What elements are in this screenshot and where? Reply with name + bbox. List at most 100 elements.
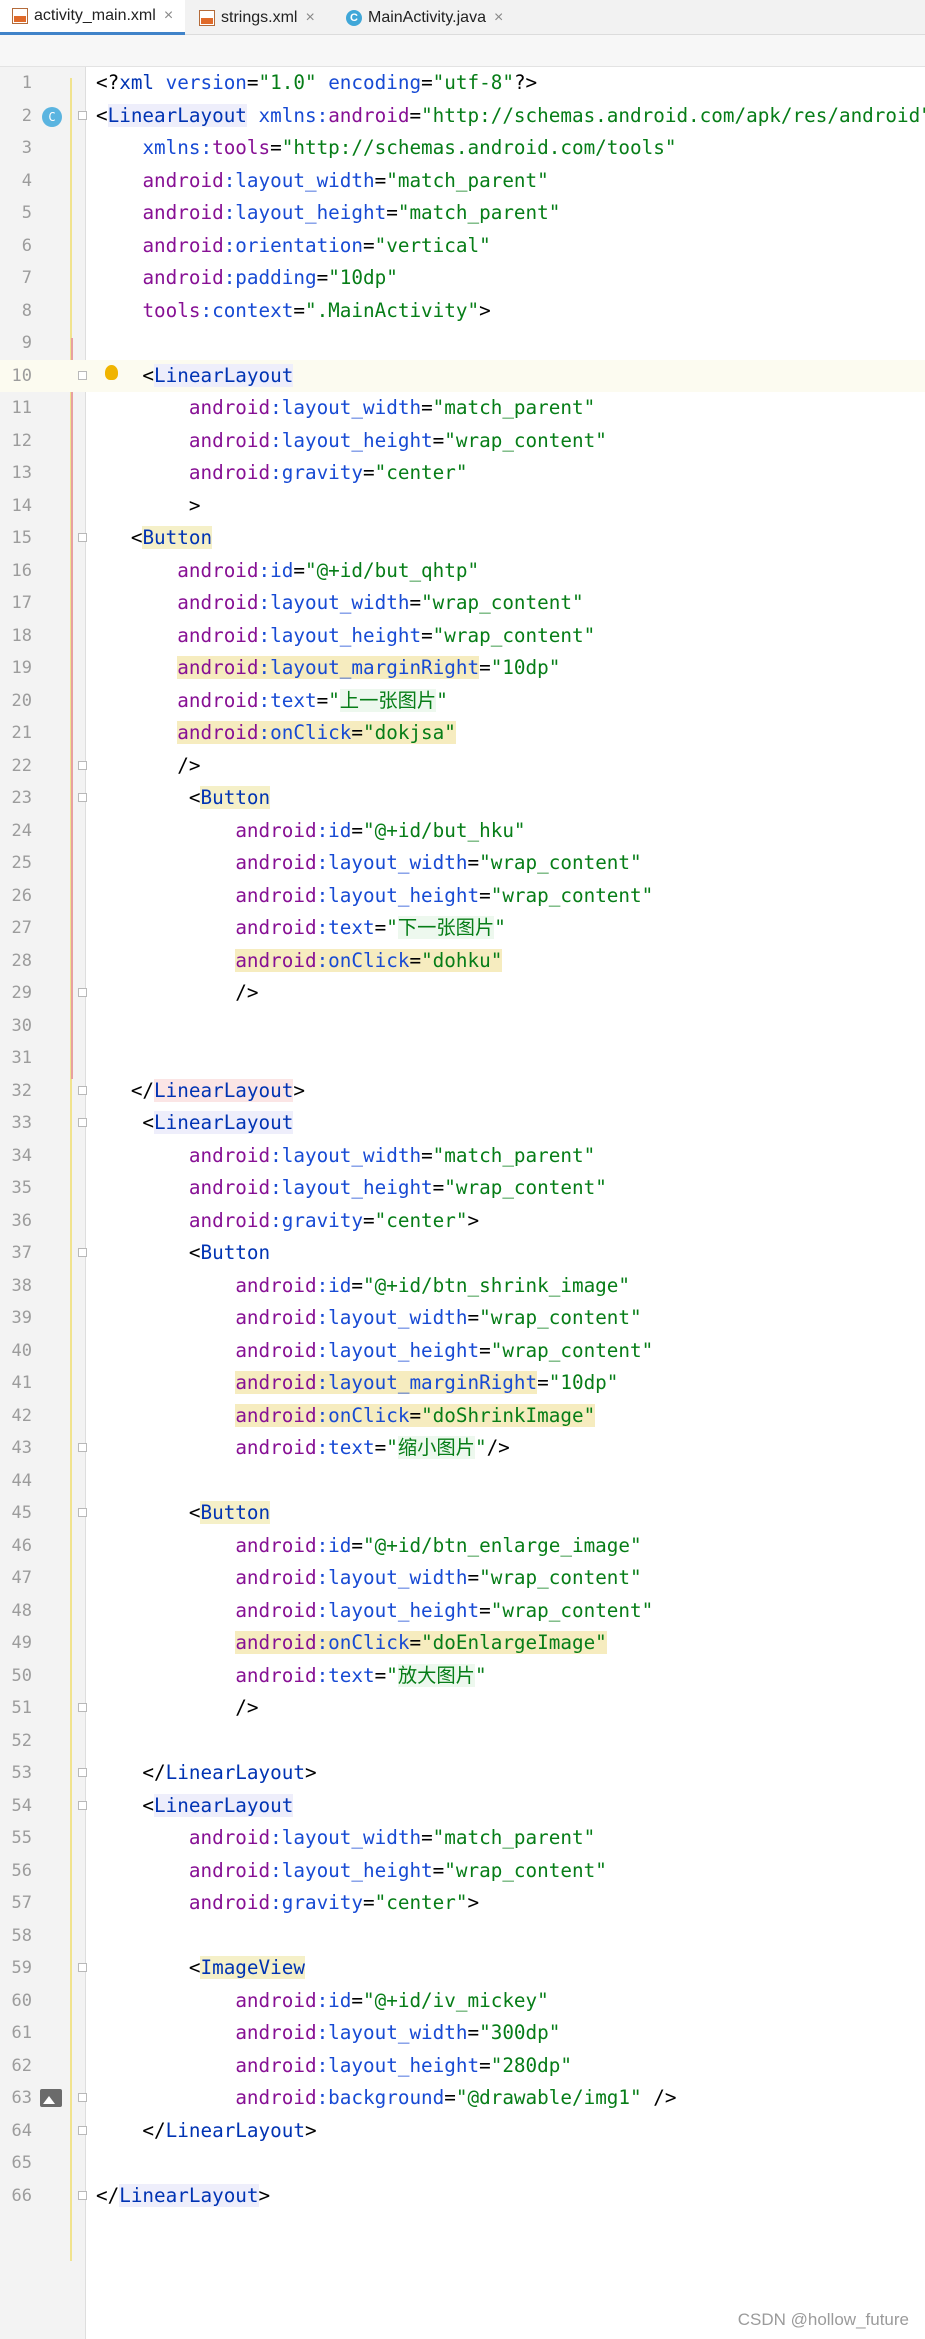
code-line[interactable]: 31 (0, 1042, 925, 1075)
code-line[interactable]: 52 (0, 1725, 925, 1758)
code-token: "@+id/but_hku" (363, 818, 526, 842)
tab-strings-xml[interactable]: strings.xml × (187, 0, 337, 35)
code-line[interactable]: 44 (0, 1465, 925, 1498)
fold-toggle-icon[interactable] (78, 2190, 87, 2200)
fold-toggle-icon[interactable] (78, 1800, 87, 1810)
code-line[interactable]: 26 android:layout_height="wrap_content" (0, 880, 925, 913)
code-line[interactable]: 21 android:onClick="dokjsa" (0, 717, 925, 750)
code-line[interactable]: 35 android:layout_height="wrap_content" (0, 1172, 925, 1205)
close-icon[interactable]: × (494, 9, 503, 27)
code-editor[interactable]: 1 <?xml version="1.0" encoding="utf-8"?> 2… (0, 67, 925, 2212)
code-text: /> (96, 977, 258, 1010)
code-token: android (177, 721, 259, 744)
fold-toggle-icon[interactable] (78, 110, 87, 120)
code-line[interactable]: 57 android:gravity="center"> (0, 1887, 925, 1920)
code-line[interactable]: 47 android:layout_width="wrap_content" (0, 1562, 925, 1595)
code-line[interactable]: 62 android:layout_height="280dp" (0, 2050, 925, 2083)
code-line[interactable]: 58 (0, 1920, 925, 1953)
fold-toggle-icon[interactable] (78, 1443, 87, 1452)
activity-class-gutter-icon[interactable]: C (42, 106, 62, 127)
code-line[interactable]: 19 android:layout_marginRight="10dp" (0, 652, 925, 685)
close-icon[interactable]: × (164, 7, 173, 25)
code-line[interactable]: 13 android:gravity="center" (0, 457, 925, 490)
code-line[interactable]: 33 <LinearLayout (0, 1107, 925, 1140)
code-line[interactable]: 1 <?xml version="1.0" encoding="utf-8"?> (0, 67, 925, 100)
code-line[interactable]: 59 <ImageView (0, 1952, 925, 1985)
code-line[interactable]: 2 C <LinearLayout xmlns:android="http://sc… (0, 100, 925, 133)
code-line[interactable]: 53 </LinearLayout> (0, 1757, 925, 1790)
code-line[interactable]: 23 <Button (0, 782, 925, 815)
code-line[interactable]: 4 android:layout_width="match_parent" (0, 165, 925, 198)
fold-toggle-icon[interactable] (78, 1508, 87, 1517)
code-line[interactable]: 32 </LinearLayout> (0, 1075, 925, 1108)
code-token: :layout_marginRight (316, 1371, 538, 1394)
code-line[interactable]: 25 android:layout_width="wrap_content" (0, 847, 925, 880)
code-line[interactable]: 24 android:id="@+id/but_hku" (0, 815, 925, 848)
code-line[interactable]: 30 (0, 1010, 925, 1043)
code-line[interactable]: 15 <Button (0, 522, 925, 555)
code-line[interactable]: 45 <Button (0, 1497, 925, 1530)
code-line[interactable]: 66 </LinearLayout> (0, 2180, 925, 2213)
image-preview-icon[interactable] (40, 2089, 62, 2107)
code-line[interactable]: 18 android:layout_height="wrap_content" (0, 620, 925, 653)
code-line[interactable]: 9 (0, 327, 925, 360)
code-line[interactable]: 56 android:layout_height="wrap_content" (0, 1855, 925, 1888)
code-line[interactable]: 14 > (0, 490, 925, 523)
code-line[interactable]: 27 android:text="下一张图片" (0, 912, 925, 945)
close-icon[interactable]: × (305, 9, 314, 27)
code-line[interactable]: 5 android:layout_height="match_parent" (0, 197, 925, 230)
code-line[interactable]: 63 android:background="@drawable/img1" /… (0, 2082, 925, 2115)
code-line[interactable]: 17 android:layout_width="wrap_content" (0, 587, 925, 620)
code-line[interactable]: 55 android:layout_width="match_parent" (0, 1822, 925, 1855)
code-line[interactable]: 34 android:layout_width="match_parent" (0, 1140, 925, 1173)
code-line[interactable]: 49 android:onClick="doEnlargeImage" (0, 1627, 925, 1660)
code-line[interactable]: 36 android:gravity="center"> (0, 1205, 925, 1238)
code-token: :layout_height (258, 623, 422, 647)
fold-toggle-icon[interactable] (78, 1963, 87, 1972)
fold-toggle-icon[interactable] (78, 793, 87, 802)
code-line[interactable]: 8 tools:context=".MainActivity"> (0, 295, 925, 328)
fold-toggle-icon[interactable] (78, 1085, 87, 1095)
code-line[interactable]: 46 android:id="@+id/btn_enlarge_image" (0, 1530, 925, 1563)
code-line[interactable]: 28 android:onClick="dohku" (0, 945, 925, 978)
code-token: android (177, 591, 259, 614)
code-line[interactable]: 50 android:text="放大图片" (0, 1660, 925, 1693)
code-line[interactable]: 43 android:text="缩小图片"/> (0, 1432, 925, 1465)
fold-toggle-icon[interactable] (78, 2125, 87, 2135)
tab-activity-main-xml[interactable]: activity_main.xml × (0, 0, 185, 35)
code-line[interactable]: 48 android:layout_height="wrap_content" (0, 1595, 925, 1628)
fold-toggle-icon[interactable] (78, 1703, 87, 1712)
code-line[interactable]: 20 android:text="上一张图片" (0, 685, 925, 718)
code-line[interactable]: 65 (0, 2147, 925, 2180)
fold-toggle-icon[interactable] (78, 1768, 87, 1777)
fold-toggle-icon[interactable] (78, 533, 87, 542)
code-line[interactable]: 40 android:layout_height="wrap_content" (0, 1335, 925, 1368)
code-line[interactable]: 38 android:id="@+id/btn_shrink_image" (0, 1270, 925, 1303)
code-line[interactable]: 7 android:padding="10dp" (0, 262, 925, 295)
code-line[interactable]: 60 android:id="@+id/iv_mickey" (0, 1985, 925, 2018)
code-line[interactable]: 29 /> (0, 977, 925, 1010)
code-line[interactable]: 16 android:id="@+id/but_qhtp" (0, 555, 925, 588)
code-line[interactable]: 3 xmlns:tools="http://schemas.android.co… (0, 132, 925, 165)
code-line[interactable]: 54 <LinearLayout (0, 1790, 925, 1823)
code-line[interactable]: 37 <Button (0, 1237, 925, 1270)
fold-toggle-icon[interactable] (78, 760, 87, 770)
fold-toggle-icon[interactable] (78, 1248, 87, 1257)
code-line[interactable]: 10 <LinearLayout (0, 359, 925, 392)
fold-toggle-icon[interactable] (78, 1118, 87, 1127)
code-line[interactable]: 22 /> (0, 750, 925, 783)
fold-toggle-icon[interactable] (78, 2093, 87, 2102)
code-line[interactable]: 12 android:layout_height="wrap_content" (0, 425, 925, 458)
code-line[interactable]: 42 android:onClick="doShrinkImage" (0, 1400, 925, 1433)
fold-toggle-icon[interactable] (78, 370, 87, 380)
code-line[interactable]: 64 </LinearLayout> (0, 2115, 925, 2148)
tab-mainactivity-java[interactable]: C MainActivity.java × (334, 0, 524, 35)
code-line[interactable]: 51 /> (0, 1692, 925, 1725)
fold-toggle-icon[interactable] (78, 988, 87, 997)
code-line[interactable]: 6 android:orientation="vertical" (0, 230, 925, 263)
code-line[interactable]: 61 android:layout_width="300dp" (0, 2017, 925, 2050)
code-line[interactable]: 11 android:layout_width="match_parent" (0, 392, 925, 425)
code-token: :id (316, 818, 352, 842)
code-line[interactable]: 41 android:layout_marginRight="10dp" (0, 1367, 925, 1400)
code-line[interactable]: 39 android:layout_width="wrap_content" (0, 1302, 925, 1335)
